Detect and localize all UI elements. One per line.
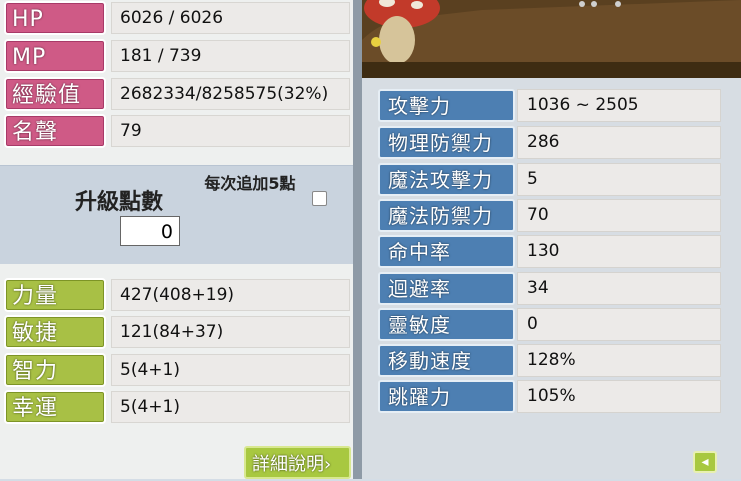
auto-add-label: 每次追加5點 bbox=[204, 174, 296, 193]
ability-points-panel: 升級點數 每次追加5點 0 bbox=[0, 165, 360, 264]
stat-value-int: 5(4+1) bbox=[111, 354, 350, 386]
stat-label-fame: 名聲 bbox=[4, 114, 106, 148]
detail-row-magic-atk: 魔法攻擊力 5 bbox=[378, 163, 721, 196]
game-scene-background bbox=[362, 0, 741, 78]
stat-label-dex: 敏捷 bbox=[4, 315, 106, 349]
detail-row-avoid: 迴避率 34 bbox=[378, 272, 721, 305]
detail-value-attack: 1036 ~ 2505 bbox=[517, 89, 721, 122]
detail-value-phys-def: 286 bbox=[517, 126, 721, 159]
detail-row-phys-def: 物理防禦力 286 bbox=[378, 126, 721, 159]
detail-value-hands: 0 bbox=[517, 308, 721, 341]
detail-label-hands: 靈敏度 bbox=[378, 308, 515, 341]
detail-value-jump: 105% bbox=[517, 380, 721, 413]
detail-label-magic-atk: 魔法攻擊力 bbox=[378, 163, 515, 196]
stat-row-exp: 經驗值 2682334/8258575(32%) bbox=[4, 77, 350, 111]
detail-value-magic-def: 70 bbox=[517, 199, 721, 232]
auto-add-checkbox[interactable] bbox=[312, 191, 327, 206]
ability-points-title: 升級點數 bbox=[75, 190, 164, 215]
detail-label-avoid: 迴避率 bbox=[378, 272, 515, 305]
stat-label-exp: 經驗值 bbox=[4, 77, 106, 111]
stat-label-hp: HP bbox=[4, 1, 106, 35]
detail-row-accuracy: 命中率 130 bbox=[378, 235, 721, 268]
detail-label-phys-def: 物理防禦力 bbox=[378, 126, 515, 159]
stat-row-mp: MP 181 / 739 bbox=[4, 39, 350, 73]
stat-label-int: 智力 bbox=[4, 353, 106, 387]
mushroom-character-image bbox=[362, 0, 741, 78]
detail-row-jump: 跳躍力 105% bbox=[378, 380, 721, 413]
stat-value-mp: 181 / 739 bbox=[111, 40, 350, 72]
stat-row-luk: 幸運 5(4+1) bbox=[4, 390, 350, 424]
stat-window-left: HP 6026 / 6026 MP 181 / 739 經驗值 2682334/… bbox=[0, 0, 362, 479]
detail-button[interactable]: 詳細說明› bbox=[244, 446, 351, 479]
back-arrow-icon[interactable]: ◂ bbox=[693, 451, 717, 473]
detail-value-accuracy: 130 bbox=[517, 235, 721, 268]
stat-value-luk: 5(4+1) bbox=[111, 391, 350, 423]
detail-label-accuracy: 命中率 bbox=[378, 235, 515, 268]
detail-label-jump: 跳躍力 bbox=[378, 380, 515, 413]
detail-row-magic-def: 魔法防禦力 70 bbox=[378, 199, 721, 232]
detail-label-attack: 攻擊力 bbox=[378, 89, 515, 122]
detail-value-speed: 128% bbox=[517, 344, 721, 377]
detail-row-attack: 攻擊力 1036 ~ 2505 bbox=[378, 89, 721, 122]
stat-row-dex: 敏捷 121(84+37) bbox=[4, 315, 350, 349]
stat-row-int: 智力 5(4+1) bbox=[4, 353, 350, 387]
stat-value-dex: 121(84+37) bbox=[111, 316, 350, 348]
stat-row-hp: HP 6026 / 6026 bbox=[4, 1, 350, 35]
stat-label-luk: 幸運 bbox=[4, 390, 106, 424]
detail-row-hands: 靈敏度 0 bbox=[378, 308, 721, 341]
detail-value-magic-atk: 5 bbox=[517, 163, 721, 196]
ability-points-value: 0 bbox=[120, 216, 180, 246]
stat-label-mp: MP bbox=[4, 39, 106, 73]
detail-value-avoid: 34 bbox=[517, 272, 721, 305]
window-divider bbox=[353, 0, 362, 479]
stat-value-str: 427(408+19) bbox=[111, 279, 350, 311]
stat-value-exp: 2682334/8258575(32%) bbox=[111, 78, 350, 110]
stat-value-hp: 6026 / 6026 bbox=[111, 2, 350, 34]
detail-label-magic-def: 魔法防禦力 bbox=[378, 199, 515, 232]
detail-row-speed: 移動速度 128% bbox=[378, 344, 721, 377]
stat-value-fame: 79 bbox=[111, 115, 350, 147]
stat-row-fame: 名聲 79 bbox=[4, 114, 350, 148]
stat-label-str: 力量 bbox=[4, 278, 106, 312]
stat-row-str: 力量 427(408+19) bbox=[4, 278, 350, 312]
detail-label-speed: 移動速度 bbox=[378, 344, 515, 377]
